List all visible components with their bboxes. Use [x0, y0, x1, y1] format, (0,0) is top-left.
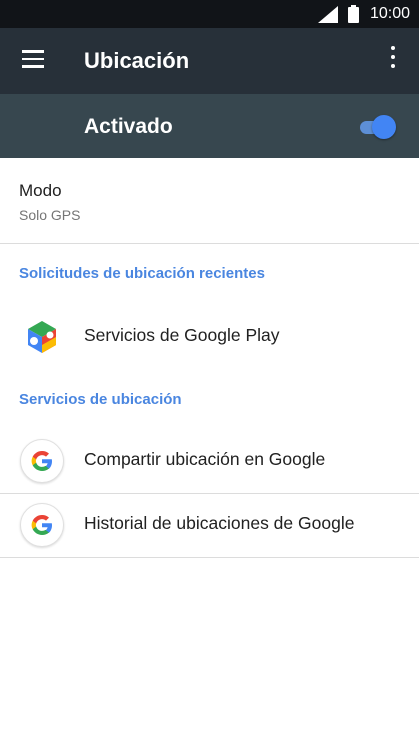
google-icon: [20, 439, 64, 483]
page-title: Ubicación: [84, 48, 190, 73]
master-switch-label: Activado: [84, 115, 173, 138]
toggle-thumb: [372, 115, 396, 139]
google-icon: [20, 503, 64, 547]
cell-signal-icon: [318, 6, 338, 23]
mode-setting[interactable]: Modo Solo GPS: [0, 159, 419, 244]
mode-value: Solo GPS: [19, 207, 81, 223]
list-item-location-history[interactable]: Historial de ubicaciones de Google: [0, 493, 419, 558]
battery-icon: [348, 5, 359, 23]
list-item-label: Servicios de Google Play: [84, 325, 280, 345]
location-toggle[interactable]: [357, 114, 397, 140]
list-item-label: Compartir ubicación en Google: [84, 449, 326, 469]
list-item-label: Historial de ubicaciones de Google: [84, 513, 355, 533]
status-bar: 10:00: [0, 0, 419, 28]
status-time: 10:00: [369, 5, 410, 22]
google-icon-wrapper: [20, 439, 64, 483]
app-bar: Ubicación: [0, 28, 419, 94]
hamburger-menu-icon[interactable]: [22, 50, 44, 68]
google-icon-wrapper: [20, 503, 64, 547]
location-services-header: Servicios de ubicación: [19, 391, 182, 408]
location-master-switch-bar[interactable]: Activado: [0, 94, 419, 158]
list-item-google-play-services[interactable]: Servicios de Google Play: [0, 305, 419, 369]
recent-requests-header: Solicitudes de ubicación recientes: [19, 265, 265, 282]
mode-title: Modo: [19, 181, 62, 200]
more-options-icon[interactable]: [386, 46, 400, 76]
google-play-services-icon: [28, 321, 56, 353]
list-item-location-sharing[interactable]: Compartir ubicación en Google: [0, 429, 419, 494]
